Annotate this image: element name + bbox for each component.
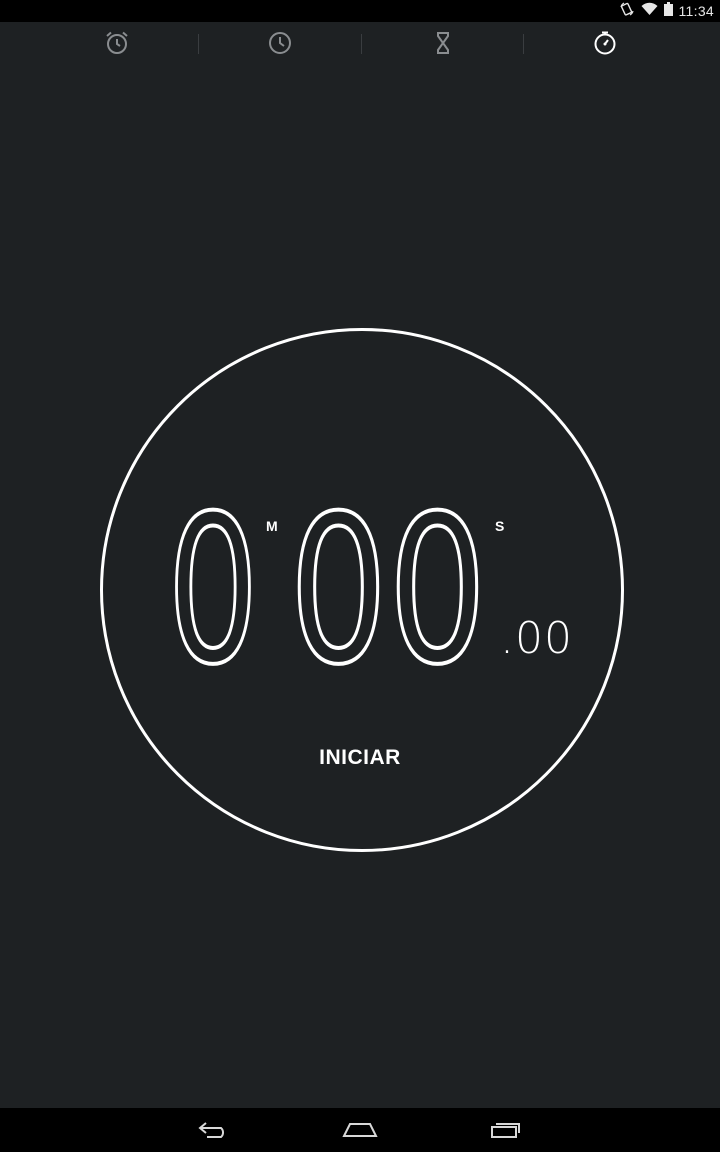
hundredths-value: .00 bbox=[500, 613, 573, 664]
stopwatch-screen: 11:34 0 00 M S .00 INICIAR bbox=[0, 0, 720, 1152]
home-button[interactable] bbox=[330, 1116, 390, 1146]
start-button[interactable]: INICIAR bbox=[300, 740, 420, 776]
stopwatch-digits: 0 00 bbox=[165, 471, 489, 712]
minutes-unit-label: M bbox=[266, 518, 278, 534]
recent-apps-button[interactable] bbox=[476, 1116, 536, 1146]
seconds-value: 00 bbox=[289, 473, 487, 710]
navigation-bar bbox=[0, 1108, 720, 1152]
back-button[interactable] bbox=[184, 1116, 244, 1146]
seconds-unit-label: S bbox=[495, 518, 505, 534]
minutes-value: 0 bbox=[167, 473, 259, 710]
recent-apps-icon bbox=[489, 1119, 523, 1144]
home-icon bbox=[342, 1119, 378, 1144]
back-icon bbox=[197, 1119, 231, 1144]
